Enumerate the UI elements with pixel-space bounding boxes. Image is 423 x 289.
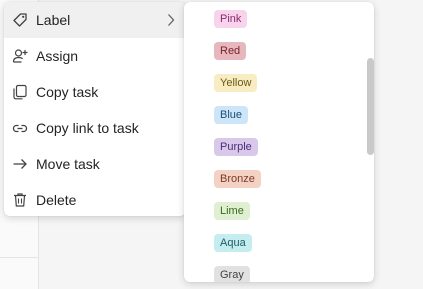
person-add-icon bbox=[11, 47, 29, 65]
label-chip-pink[interactable]: Pink bbox=[214, 10, 248, 28]
chevron-right-icon bbox=[167, 13, 175, 27]
copy-icon bbox=[11, 83, 29, 101]
left-panel-divider bbox=[0, 257, 38, 258]
menu-item-copy-link-text: Copy link to task bbox=[36, 120, 139, 136]
task-context-menu: Label Assign Copy task Copy link to task… bbox=[4, 2, 186, 216]
link-icon bbox=[11, 119, 29, 137]
menu-item-label-text: Label bbox=[36, 12, 71, 28]
label-chip-purple[interactable]: Purple bbox=[214, 138, 258, 156]
label-chip-blue[interactable]: Blue bbox=[214, 106, 249, 124]
menu-item-delete-text: Delete bbox=[36, 192, 77, 208]
label-chip-aqua[interactable]: Aqua bbox=[214, 234, 252, 252]
menu-item-assign-text: Assign bbox=[36, 48, 79, 64]
menu-item-copy-link[interactable]: Copy link to task bbox=[4, 110, 186, 146]
menu-item-move-task[interactable]: Move task bbox=[4, 146, 186, 182]
label-chip-bronze[interactable]: Bronze bbox=[214, 170, 261, 188]
label-chip-gray[interactable]: Gray bbox=[214, 266, 250, 282]
menu-item-delete[interactable]: Delete bbox=[4, 182, 186, 216]
label-chip-yellow[interactable]: Yellow bbox=[214, 74, 258, 92]
menu-item-assign[interactable]: Assign bbox=[4, 38, 186, 74]
arrow-right-icon bbox=[11, 155, 29, 173]
submenu-scrollbar[interactable] bbox=[366, 2, 374, 282]
label-chip-red[interactable]: Red bbox=[214, 42, 247, 60]
menu-item-label[interactable]: Label bbox=[4, 2, 186, 38]
menu-item-copy-task[interactable]: Copy task bbox=[4, 74, 186, 110]
trash-icon bbox=[11, 191, 29, 209]
submenu-scrollbar-thumb[interactable] bbox=[367, 58, 374, 155]
menu-item-move-task-text: Move task bbox=[36, 156, 100, 172]
label-submenu: Pink Red Yellow Blue Purple Bronze Lime … bbox=[184, 2, 374, 282]
menu-item-copy-task-text: Copy task bbox=[36, 84, 99, 100]
label-chip-lime[interactable]: Lime bbox=[214, 202, 250, 220]
tag-icon bbox=[11, 11, 29, 29]
